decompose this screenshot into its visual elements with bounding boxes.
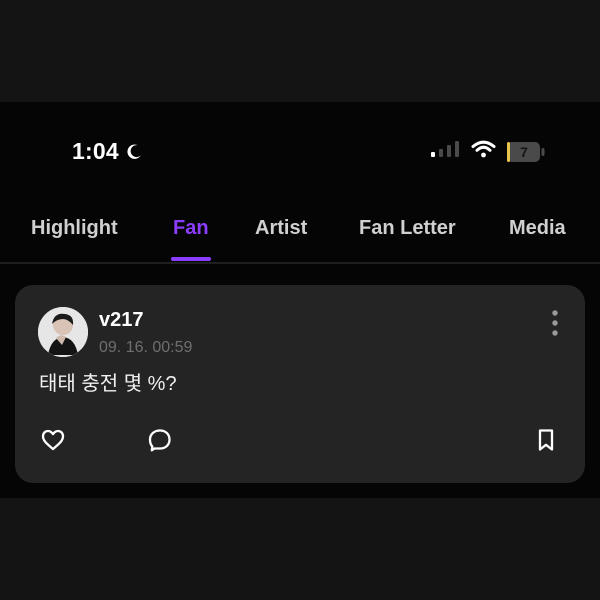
- status-time-group: 1:04: [72, 138, 143, 164]
- battery-level: 7: [520, 143, 528, 160]
- battery-indicator: 7: [506, 141, 546, 163]
- app-screen: 1:04 7 Highlight Fan Artist Fan Letter M…: [0, 102, 600, 498]
- fan-post-card[interactable]: v217 09. 16. 00:59 태태 충전 몇 %?: [15, 285, 585, 483]
- post-username[interactable]: v217: [99, 308, 144, 332]
- more-vertical-icon: [549, 310, 561, 341]
- post-timestamp: 09. 16. 00:59: [99, 339, 193, 356]
- tab-artist[interactable]: Artist: [255, 214, 307, 258]
- tab-fan[interactable]: Fan: [173, 214, 209, 258]
- active-tab-indicator: [171, 257, 211, 261]
- tab-fan-letter[interactable]: Fan Letter: [359, 214, 456, 258]
- moon-icon: [125, 143, 143, 161]
- signal-bars-icon: [431, 140, 461, 163]
- post-content: 태태 충전 몇 %?: [39, 373, 177, 395]
- comment-icon: [146, 429, 174, 458]
- screen: 1:04 7 Highlight Fan Artist Fan Letter M…: [0, 0, 600, 600]
- more-options-button[interactable]: [549, 309, 561, 337]
- like-button[interactable]: [39, 426, 67, 454]
- comment-button[interactable]: [146, 426, 174, 454]
- status-time: 1:04: [72, 138, 119, 164]
- tab-bar: Highlight Fan Artist Fan Letter Media: [0, 214, 600, 264]
- wifi-icon: [471, 139, 496, 164]
- bookmark-icon: [532, 429, 560, 458]
- bookmark-button[interactable]: [532, 426, 560, 454]
- tab-media[interactable]: Media: [509, 214, 566, 258]
- avatar[interactable]: [38, 307, 88, 357]
- status-bar: 1:04 7: [0, 102, 600, 202]
- heart-icon: [39, 429, 67, 458]
- tab-highlight[interactable]: Highlight: [31, 214, 118, 258]
- status-icons: 7: [431, 139, 546, 164]
